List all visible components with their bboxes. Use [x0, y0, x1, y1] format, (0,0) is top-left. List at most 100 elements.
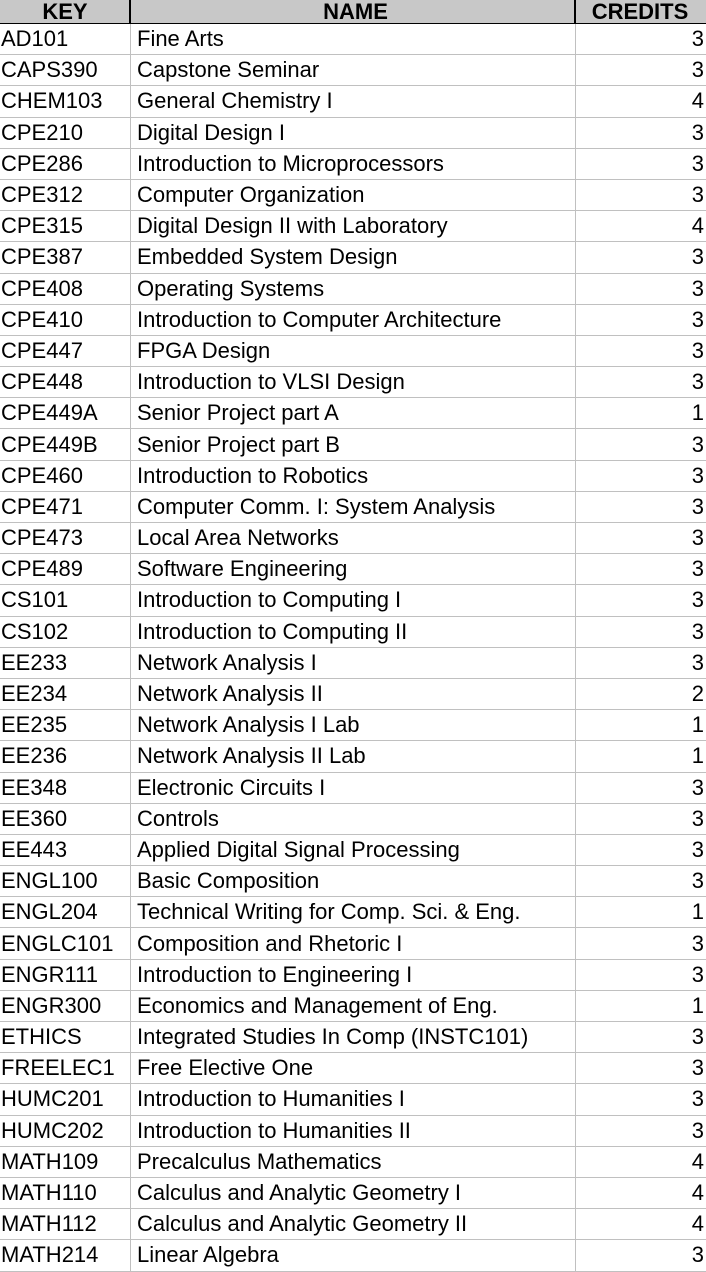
- cell-credits[interactable]: 3: [576, 960, 706, 990]
- cell-credits[interactable]: 3: [576, 1084, 706, 1114]
- cell-name[interactable]: Senior Project part B: [131, 429, 576, 460]
- cell-key[interactable]: CPE315: [0, 211, 131, 242]
- cell-key[interactable]: CPE473: [0, 523, 131, 554]
- cell-name[interactable]: Electronic Circuits I: [131, 772, 576, 803]
- cell-credits[interactable]: 1: [576, 710, 706, 740]
- cell-credits[interactable]: 3: [576, 835, 706, 865]
- cell-credits[interactable]: 3: [576, 55, 706, 85]
- cell-credits[interactable]: 4: [576, 86, 706, 116]
- cell-name[interactable]: Operating Systems: [131, 273, 576, 304]
- cell-name[interactable]: Local Area Networks: [131, 523, 576, 554]
- cell-name[interactable]: Network Analysis I Lab: [131, 710, 576, 741]
- cell-credits[interactable]: 3: [576, 367, 706, 397]
- cell-credits[interactable]: 3: [576, 336, 706, 366]
- cell-key[interactable]: CPE410: [0, 304, 131, 335]
- cell-credits[interactable]: 3: [576, 305, 706, 335]
- cell-credits[interactable]: 3: [576, 242, 706, 272]
- cell-key[interactable]: EE443: [0, 834, 131, 866]
- cell-credits[interactable]: 1: [576, 741, 706, 771]
- cell-credits[interactable]: 3: [576, 804, 706, 834]
- cell-name[interactable]: Computer Organization: [131, 179, 576, 211]
- cell-key[interactable]: CPE471: [0, 491, 131, 522]
- cell-name[interactable]: Digital Design I: [131, 117, 576, 148]
- cell-credits[interactable]: 3: [576, 523, 706, 553]
- cell-name[interactable]: Introduction to Humanities II: [131, 1115, 576, 1146]
- cell-credits[interactable]: 3: [576, 617, 706, 647]
- column-header-name[interactable]: NAME: [131, 0, 576, 23]
- cell-key[interactable]: EE236: [0, 741, 131, 772]
- cell-name[interactable]: Applied Digital Signal Processing: [131, 834, 576, 866]
- cell-key[interactable]: CPE489: [0, 554, 131, 585]
- cell-key[interactable]: MATH214: [0, 1240, 131, 1271]
- cell-name[interactable]: Network Analysis I: [131, 647, 576, 678]
- cell-name[interactable]: Composition and Rhetoric I: [131, 928, 576, 959]
- cell-key[interactable]: ENGR300: [0, 990, 131, 1021]
- cell-credits[interactable]: 3: [576, 24, 706, 54]
- cell-credits[interactable]: 4: [576, 1209, 706, 1239]
- cell-name[interactable]: Technical Writing for Comp. Sci. & Eng.: [131, 897, 576, 928]
- cell-credits[interactable]: 3: [576, 585, 706, 615]
- cell-name[interactable]: Fine Arts: [131, 24, 576, 55]
- cell-key[interactable]: CPE449A: [0, 398, 131, 429]
- cell-credits[interactable]: 3: [576, 274, 706, 304]
- cell-name[interactable]: Embedded System Design: [131, 242, 576, 273]
- cell-name[interactable]: Digital Design II with Laboratory: [131, 211, 576, 242]
- cell-credits[interactable]: 3: [576, 1240, 706, 1270]
- cell-key[interactable]: EE234: [0, 678, 131, 710]
- cell-credits[interactable]: 4: [576, 211, 706, 241]
- cell-name[interactable]: Introduction to Humanities I: [131, 1084, 576, 1115]
- cell-key[interactable]: CPE448: [0, 367, 131, 398]
- cell-credits[interactable]: 3: [576, 149, 706, 179]
- cell-credits[interactable]: 3: [576, 928, 706, 958]
- cell-key[interactable]: HUMC201: [0, 1084, 131, 1115]
- cell-credits[interactable]: 1: [576, 897, 706, 927]
- cell-key[interactable]: EE233: [0, 647, 131, 678]
- cell-name[interactable]: Network Analysis II Lab: [131, 741, 576, 772]
- cell-key[interactable]: CPE286: [0, 148, 131, 179]
- cell-key[interactable]: MATH112: [0, 1209, 131, 1240]
- cell-name[interactable]: Introduction to Computing II: [131, 616, 576, 647]
- cell-name[interactable]: Senior Project part A: [131, 398, 576, 429]
- cell-credits[interactable]: 3: [576, 429, 706, 459]
- cell-key[interactable]: CPE210: [0, 117, 131, 148]
- cell-name[interactable]: Introduction to Engineering I: [131, 959, 576, 990]
- cell-name[interactable]: Introduction to Microprocessors: [131, 148, 576, 179]
- cell-key[interactable]: MATH110: [0, 1177, 131, 1209]
- cell-key[interactable]: CPE460: [0, 460, 131, 491]
- cell-key[interactable]: CHEM103: [0, 86, 131, 117]
- cell-key[interactable]: MATH109: [0, 1146, 131, 1177]
- cell-key[interactable]: CS101: [0, 585, 131, 616]
- cell-credits[interactable]: 4: [576, 1147, 706, 1177]
- cell-name[interactable]: Linear Algebra: [131, 1240, 576, 1271]
- cell-key[interactable]: CPE408: [0, 273, 131, 304]
- cell-key[interactable]: ENGLC101: [0, 928, 131, 959]
- cell-credits[interactable]: 3: [576, 648, 706, 678]
- cell-key[interactable]: ENGR111: [0, 959, 131, 990]
- cell-credits[interactable]: 3: [576, 492, 706, 522]
- cell-name[interactable]: Introduction to Robotics: [131, 460, 576, 491]
- cell-name[interactable]: Network Analysis II: [131, 678, 576, 710]
- cell-name[interactable]: Introduction to Computing I: [131, 585, 576, 616]
- cell-key[interactable]: ENGL204: [0, 897, 131, 928]
- cell-credits[interactable]: 3: [576, 554, 706, 584]
- cell-name[interactable]: Calculus and Analytic Geometry II: [131, 1209, 576, 1240]
- cell-name[interactable]: Calculus and Analytic Geometry I: [131, 1177, 576, 1209]
- cell-credits[interactable]: 4: [576, 1178, 706, 1208]
- cell-key[interactable]: CPE312: [0, 179, 131, 211]
- cell-credits[interactable]: 3: [576, 1053, 706, 1083]
- cell-name[interactable]: Precalculus Mathematics: [131, 1146, 576, 1177]
- cell-key[interactable]: EE360: [0, 803, 131, 834]
- cell-credits[interactable]: 3: [576, 1022, 706, 1052]
- cell-credits[interactable]: 3: [576, 1116, 706, 1146]
- cell-name[interactable]: Software Engineering: [131, 554, 576, 585]
- cell-key[interactable]: ENGL100: [0, 866, 131, 897]
- cell-credits[interactable]: 1: [576, 991, 706, 1021]
- cell-key[interactable]: FREELEC1: [0, 1053, 131, 1084]
- cell-name[interactable]: Capstone Seminar: [131, 55, 576, 86]
- cell-name[interactable]: Introduction to VLSI Design: [131, 367, 576, 398]
- cell-name[interactable]: Economics and Management of Eng.: [131, 990, 576, 1021]
- cell-key[interactable]: EE235: [0, 710, 131, 741]
- cell-credits[interactable]: 3: [576, 180, 706, 210]
- cell-key[interactable]: HUMC202: [0, 1115, 131, 1146]
- cell-name[interactable]: Computer Comm. I: System Analysis: [131, 491, 576, 522]
